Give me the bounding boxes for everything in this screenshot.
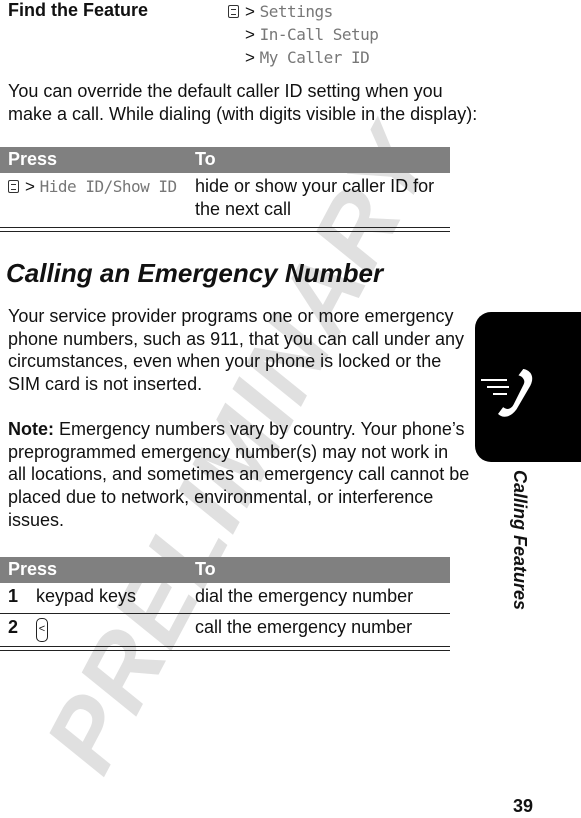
header-to: To [195, 559, 216, 579]
header-press: Press [8, 559, 58, 579]
table1-to-cell: hide or show your caller ID for the next… [195, 176, 435, 219]
section-title: Calling an Emergency Number [6, 258, 384, 288]
table2-row: 2 < [8, 617, 48, 642]
divider [0, 231, 450, 232]
to-value: call the emergency number [195, 617, 413, 637]
divider [0, 646, 450, 647]
table1-header: Press To [0, 147, 450, 173]
path-item: Settings [259, 2, 334, 21]
to-value: dial the emergency number [195, 586, 414, 606]
send-key-icon: < [36, 618, 48, 642]
header-press: Press [8, 149, 58, 169]
chapter-tab [475, 312, 581, 462]
paragraph: Your service provider programs one or mo… [8, 306, 464, 395]
feature-path: > Settings > In-Call Setup > My Caller I… [228, 0, 379, 69]
press-value: Hide ID/Show ID [39, 177, 178, 196]
step-number: 1 [8, 586, 19, 606]
note-label: Note: [8, 419, 54, 439]
menu-key-icon [8, 180, 19, 193]
page-number: 39 [513, 796, 534, 816]
press-value: keypad keys [36, 586, 137, 606]
menu-key-icon [228, 5, 239, 18]
note-text: Emergency numbers vary by country. Your … [8, 419, 470, 530]
divider [0, 613, 450, 614]
table1-press-cell: > Hide ID/Show ID [8, 177, 177, 197]
divider [0, 227, 450, 228]
table2-header: Press To [0, 557, 450, 583]
note: Note: Emergency numbers vary by country.… [8, 418, 470, 532]
step-number: 2 [8, 617, 19, 637]
path-item: My Caller ID [259, 48, 370, 67]
path-item: In-Call Setup [259, 25, 379, 44]
table2-row: 1 keypad keys [8, 586, 136, 607]
chapter-label: Calling Features [510, 470, 530, 611]
header-to: To [195, 149, 216, 169]
intro-text: You can override the default caller ID s… [8, 81, 478, 124]
find-feature-label: Find the Feature [8, 0, 149, 20]
divider [0, 650, 450, 651]
manual-page: PRELIMINARY Find the Feature > Settings … [0, 0, 581, 818]
phone-icon [481, 367, 534, 419]
